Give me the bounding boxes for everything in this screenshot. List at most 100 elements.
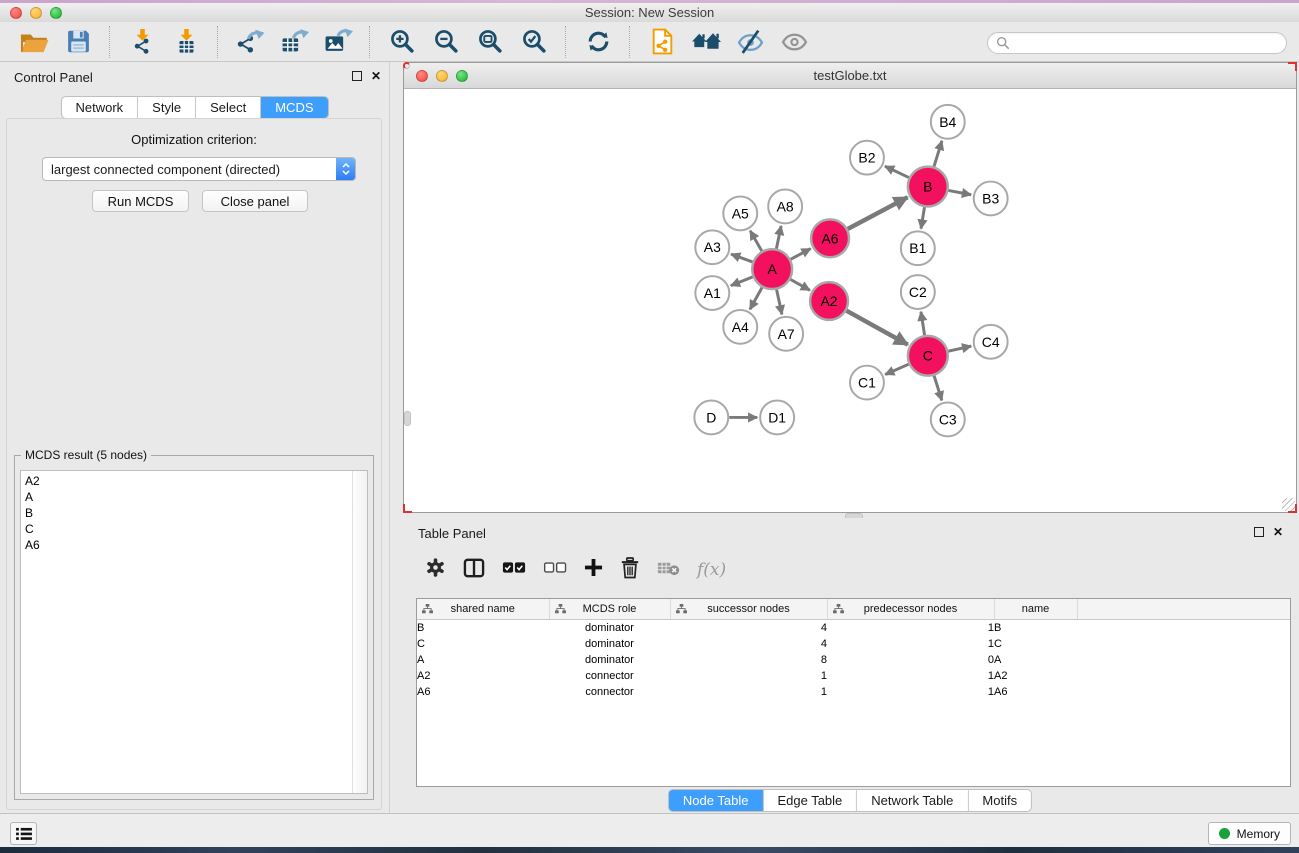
- tab-select[interactable]: Select: [196, 97, 261, 118]
- toolbar-separator: [629, 26, 631, 58]
- new-network-from-selection-button[interactable]: [645, 25, 679, 59]
- open-session-button[interactable]: [17, 25, 51, 59]
- tab-network[interactable]: Network: [61, 97, 138, 118]
- graph-edge-A-A8[interactable]: [776, 226, 781, 249]
- column-visibility-button[interactable]: [463, 558, 485, 583]
- graph-edge-B-B2[interactable]: [885, 166, 909, 177]
- export-image-icon: [324, 28, 353, 55]
- close-panel-icon[interactable]: ✕: [371, 71, 381, 81]
- show-graphics-details-button[interactable]: [777, 25, 811, 59]
- graph-edge-A-A2[interactable]: [790, 279, 809, 290]
- hide-graphics-details-button[interactable]: [733, 25, 767, 59]
- network-close-traffic-light[interactable]: [416, 70, 428, 82]
- houses-icon: [691, 28, 722, 55]
- float-panel-icon[interactable]: [352, 71, 362, 81]
- active-view-corner-accent: [1288, 62, 1297, 71]
- deselect-all-rows-button[interactable]: [543, 561, 567, 579]
- graph-edge-A-A1[interactable]: [731, 277, 753, 286]
- graph-edge-B-B4[interactable]: [934, 141, 942, 167]
- column-header-name[interactable]: name: [994, 599, 1077, 620]
- table-row[interactable]: Bdominator41B: [417, 620, 1290, 637]
- graph-edge-C-C3[interactable]: [934, 376, 942, 401]
- float-table-panel-icon[interactable]: [1254, 527, 1264, 537]
- select-all-rows-button[interactable]: [502, 561, 526, 579]
- optimization-criterion-label: Optimization criterion:: [7, 132, 381, 147]
- tab-style[interactable]: Style: [138, 97, 196, 118]
- import-table-button[interactable]: [169, 25, 203, 59]
- table-row[interactable]: A6connector11A6: [417, 684, 1290, 700]
- table-row[interactable]: A2connector11A2: [417, 668, 1290, 684]
- apply-function-button[interactable]: f(x): [697, 560, 726, 580]
- column-header-shared-name[interactable]: shared name: [417, 599, 549, 620]
- tab-mcds[interactable]: MCDS: [261, 97, 327, 118]
- zoom-in-button[interactable]: [385, 25, 419, 59]
- tab-edge-table[interactable]: Edge Table: [763, 790, 857, 811]
- close-table-panel-icon[interactable]: ✕: [1273, 527, 1283, 537]
- column-header-predecessor-nodes[interactable]: predecessor nodes: [827, 599, 994, 620]
- graph-edge-A-A4[interactable]: [750, 287, 762, 309]
- delete-columns-button[interactable]: [620, 557, 640, 584]
- graph-edge-B-B1[interactable]: [921, 207, 924, 228]
- memory-button[interactable]: Memory: [1208, 822, 1291, 845]
- table-row[interactable]: Adominator80A: [417, 652, 1290, 668]
- save-session-button[interactable]: [61, 25, 95, 59]
- wallpaper-bottom-strip: [0, 847, 1299, 853]
- export-network-button[interactable]: [233, 25, 267, 59]
- network-vertical-scrollbar-thumb[interactable]: [404, 411, 411, 426]
- import-network-button[interactable]: [125, 25, 159, 59]
- refresh-view-button[interactable]: [581, 25, 615, 59]
- list-item[interactable]: A6: [25, 537, 367, 553]
- graph-edge-A-A5[interactable]: [750, 231, 762, 251]
- graph-edge-C-C1[interactable]: [885, 364, 908, 374]
- export-image-button[interactable]: [321, 25, 355, 59]
- unchecked-boxes-icon: [543, 561, 567, 574]
- graph-edge-A-A7[interactable]: [777, 290, 782, 315]
- column-header-successor-nodes[interactable]: successor nodes: [670, 599, 827, 620]
- graph-edge-B-B3[interactable]: [948, 190, 971, 194]
- zoom-out-button[interactable]: [429, 25, 463, 59]
- network-window-title: testGlobe.txt: [814, 68, 887, 83]
- network-minimize-traffic-light[interactable]: [436, 70, 448, 82]
- add-column-button[interactable]: [584, 558, 603, 582]
- node-table[interactable]: shared name MCDS role successor nodes: [416, 598, 1291, 787]
- graph-edge-A-A6[interactable]: [791, 249, 811, 260]
- graph-node-label-C2: C2: [909, 284, 927, 300]
- network-resize-grip[interactable]: [1282, 498, 1295, 511]
- trash-icon: [620, 557, 640, 579]
- delete-table-button[interactable]: [657, 560, 680, 581]
- graph-edge-A-A3[interactable]: [731, 254, 752, 262]
- zoom-selected-button[interactable]: [517, 25, 551, 59]
- main-titlebar[interactable]: Session: New Session: [0, 3, 1299, 23]
- tab-node-table[interactable]: Node Table: [669, 790, 764, 811]
- zoom-fit-button[interactable]: [473, 25, 507, 59]
- run-mcds-button[interactable]: Run MCDS: [92, 190, 189, 212]
- first-neighbors-button[interactable]: [689, 25, 723, 59]
- search-input[interactable]: [987, 32, 1287, 54]
- column-header-mcds-role[interactable]: MCDS role: [549, 599, 670, 620]
- table-options-button[interactable]: [425, 557, 446, 583]
- tab-network-table[interactable]: Network Table: [857, 790, 968, 811]
- close-panel-button[interactable]: Close panel: [202, 190, 308, 212]
- column-type-icon: [422, 604, 433, 614]
- graph-edge-C-C2[interactable]: [921, 312, 925, 335]
- list-item[interactable]: A: [25, 489, 367, 505]
- optimization-criterion-dropdown[interactable]: largest connected component (directed): [42, 157, 356, 181]
- network-zoom-traffic-light[interactable]: [456, 70, 468, 82]
- table-panel: Table Panel ✕: [403, 518, 1297, 813]
- list-item[interactable]: B: [25, 505, 367, 521]
- mcds-result-list[interactable]: A2ABCA6: [20, 470, 368, 794]
- graph-edge-A2-C[interactable]: [846, 311, 907, 345]
- list-item[interactable]: A2: [25, 473, 367, 489]
- show-task-history-button[interactable]: [10, 822, 37, 845]
- tab-motifs[interactable]: Motifs: [968, 790, 1031, 811]
- control-panel: Control Panel ✕ Network Style Select MCD…: [0, 62, 390, 813]
- graph-edge-A6-B[interactable]: [848, 197, 908, 229]
- column-header-filler: [1077, 599, 1290, 620]
- result-list-scrollbar[interactable]: [352, 471, 367, 793]
- list-item[interactable]: C: [25, 521, 367, 537]
- graph-edge-C-C4[interactable]: [948, 346, 971, 351]
- table-row[interactable]: Cdominator41C: [417, 636, 1290, 652]
- export-table-button[interactable]: [277, 25, 311, 59]
- network-canvas[interactable]: ABCA2A6A1A3A4A5A7A8B1B2B3B4C1C2C3C4DD1: [405, 89, 1295, 511]
- network-window-titlebar[interactable]: testGlobe.txt: [404, 63, 1296, 89]
